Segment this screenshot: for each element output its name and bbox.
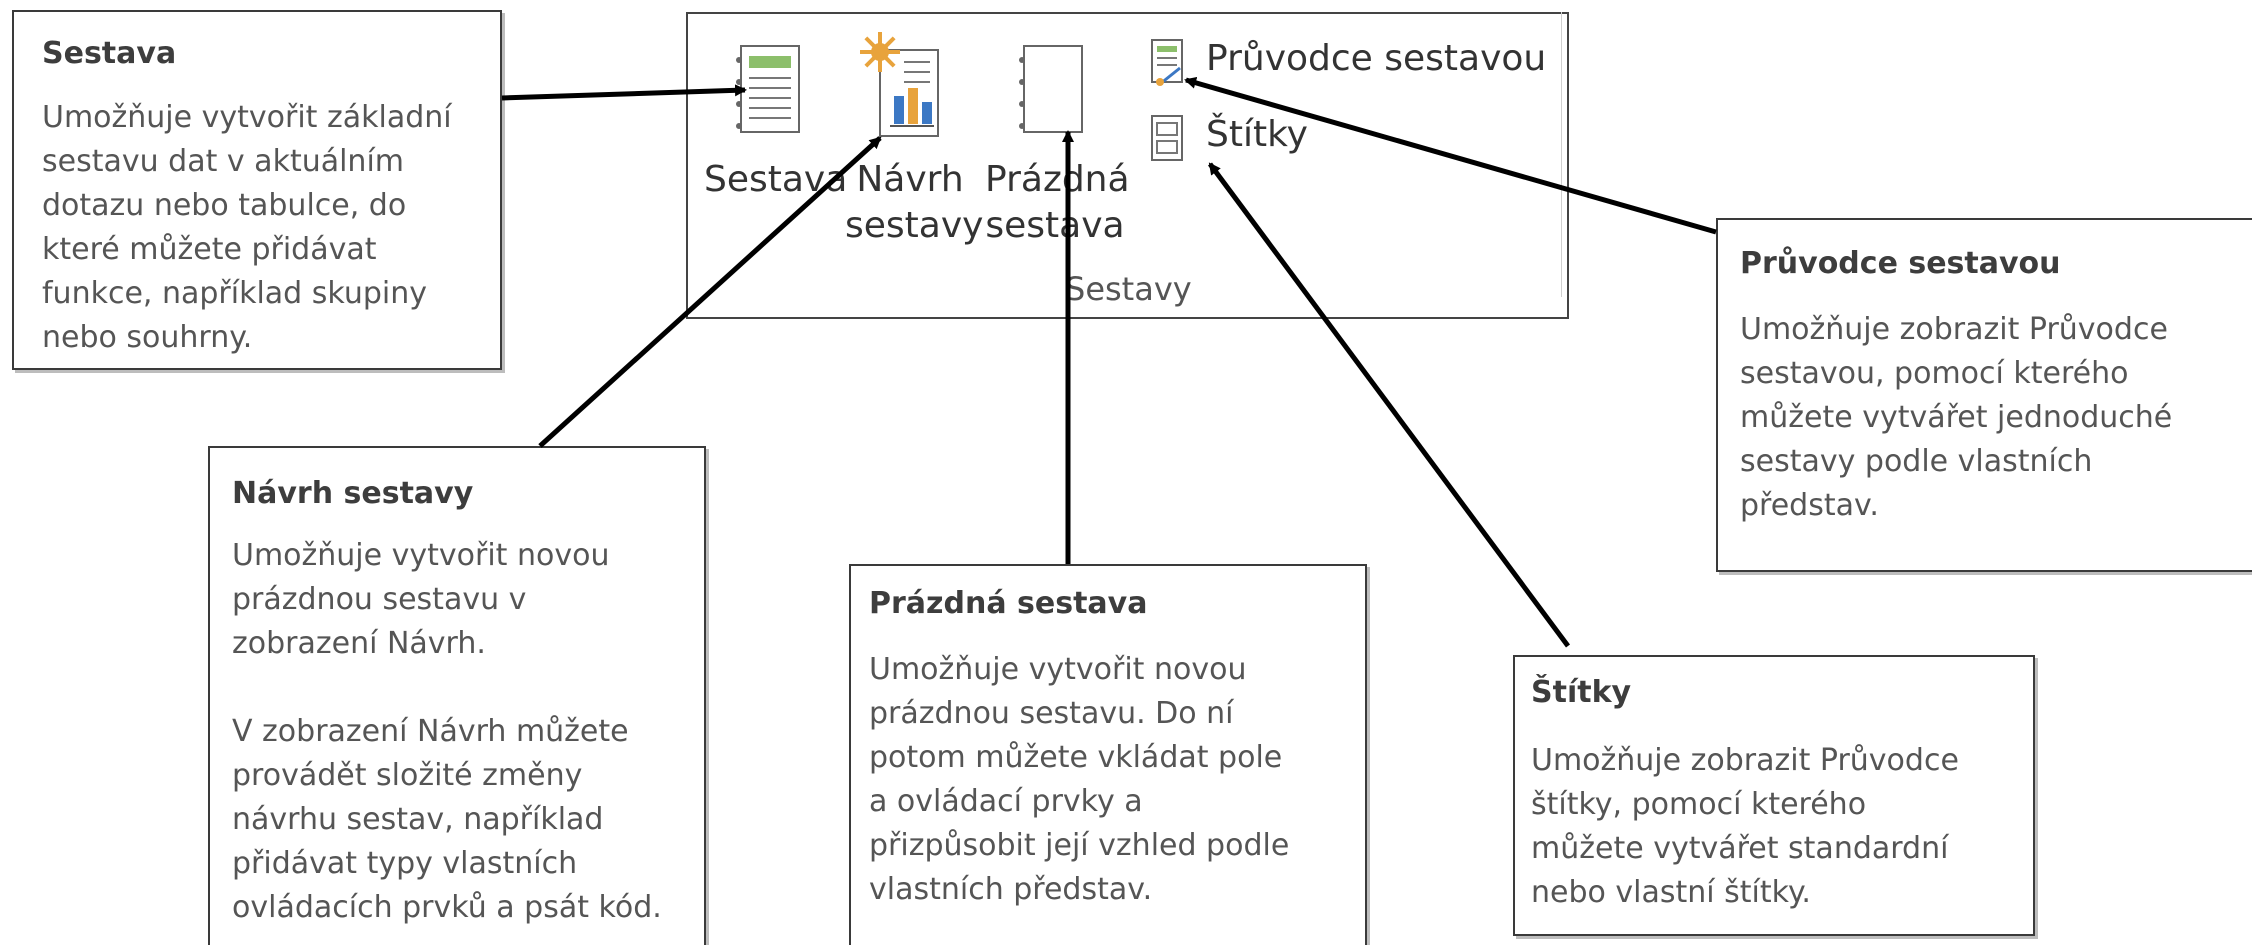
stitky-button[interactable]: Štítky	[1140, 110, 1340, 166]
tooltip-line: nebo vlastní štítky.	[1531, 875, 1811, 910]
tooltip-prazdna-sestava: Prázdná sestava Umožňuje vytvořit novou p…	[849, 564, 1367, 945]
tooltip-line: funkce, například skupiny	[42, 276, 428, 311]
tooltip-line: Umožňuje zobrazit Průvodce	[1531, 743, 1959, 778]
tooltip-body: Umožňuje zobrazit Průvodce štítky, pomocí…	[1531, 739, 1959, 915]
tooltip-line: můžete vytvářet standardní	[1531, 831, 1949, 866]
pruvodce-sestavou-button[interactable]: Průvodce sestavou	[1140, 34, 1546, 90]
tooltip-body: Umožňuje zobrazit Průvodce sestavou, pomo…	[1740, 308, 2172, 528]
tooltip-line: štítky, pomocí kterého	[1531, 787, 1867, 822]
tooltip-line: provádět složité změny	[232, 758, 583, 793]
prazdna-sestava-label: Prázdná sestava	[985, 159, 1130, 246]
tooltip-line: Umožňuje vytvořit základní	[42, 100, 452, 135]
tooltip-line: zobrazení Návrh.	[232, 626, 486, 661]
tooltip-title: Návrh sestavy	[232, 476, 474, 511]
sestava-label: Sestava	[704, 159, 848, 200]
sestava-button[interactable]	[705, 30, 835, 260]
tooltip-line: prázdnou sestavu. Do ní	[869, 696, 1234, 731]
tooltip-line: nebo souhrny.	[42, 320, 253, 355]
tooltip-line: Umožňuje vytvořit novou	[232, 538, 610, 573]
tooltip-line: můžete vytvářet jednoduché	[1740, 400, 2173, 435]
tooltip-sestava: Sestava Umožňuje vytvořit základní sestav…	[12, 10, 502, 370]
ribbon-group-label: Sestavy	[1065, 270, 1192, 308]
navrh-sestavy-label: Návrh sestavy	[845, 159, 984, 246]
report-design-icon	[860, 32, 939, 137]
tooltip-line: přizpůsobit její vzhled podle	[869, 828, 1290, 863]
tooltip-line: představ.	[1740, 488, 1879, 523]
tooltip-title: Průvodce sestavou	[1740, 246, 2061, 281]
tooltip-body: Umožňuje vytvořit novou prázdnou sestavu …	[232, 534, 662, 930]
tooltip-pruvodce-sestavou: Průvodce sestavou Umožňuje zobrazit Prův…	[1716, 218, 2252, 572]
blank-report-icon	[1019, 45, 1083, 133]
tooltip-line: přidávat typy vlastních	[232, 846, 578, 881]
tooltip-line: sestavou, pomocí kterého	[1740, 356, 2129, 391]
tooltip-line: Umožňuje zobrazit Průvodce	[1740, 312, 2168, 347]
tooltip-line: prázdnou sestavu v	[232, 582, 527, 617]
report-icon	[736, 45, 800, 133]
tooltip-line: a ovládací prvky a	[869, 784, 1143, 819]
tooltip-line: sestavy podle vlastních	[1740, 444, 2093, 479]
tooltip-line: V zobrazení Návrh můžete	[232, 714, 629, 749]
tooltip-stitky: Štítky Umožňuje zobrazit Průvodce štítky,…	[1513, 655, 2035, 936]
tooltip-line: vlastních představ.	[869, 872, 1153, 907]
tooltip-title: Prázdná sestava	[869, 586, 1148, 621]
tooltip-title: Sestava	[42, 36, 177, 71]
tooltip-line: potom můžete vkládat pole	[869, 740, 1283, 775]
tooltip-body: Umožňuje vytvořit základní sestavu dat v …	[42, 96, 452, 360]
tooltip-line	[232, 666, 662, 710]
pruvodce-sestavou-label: Průvodce sestavou	[1206, 38, 1547, 79]
tooltip-line: sestavu dat v aktuálním	[42, 144, 405, 179]
tooltip-line: které můžete přidávat	[42, 232, 377, 267]
tooltip-title: Štítky	[1531, 675, 1632, 710]
tooltip-line: dotazu nebo tabulce, do	[42, 188, 407, 223]
tooltip-line: Umožňuje vytvořit novou	[869, 652, 1247, 687]
stitky-label: Štítky	[1206, 114, 1308, 155]
tooltip-line: ovládacích prvků a psát kód.	[232, 890, 662, 925]
tooltip-navrh-sestavy: Návrh sestavy Umožňuje vytvořit novou prá…	[208, 446, 706, 945]
labels-icon	[1151, 115, 1183, 161]
tooltip-line: návrhu sestav, například	[232, 802, 604, 837]
tooltip-body: Umožňuje vytvořit novou prázdnou sestavu.…	[869, 648, 1289, 912]
report-wizard-icon	[1151, 39, 1183, 86]
ribbon-separator	[1561, 12, 1562, 297]
